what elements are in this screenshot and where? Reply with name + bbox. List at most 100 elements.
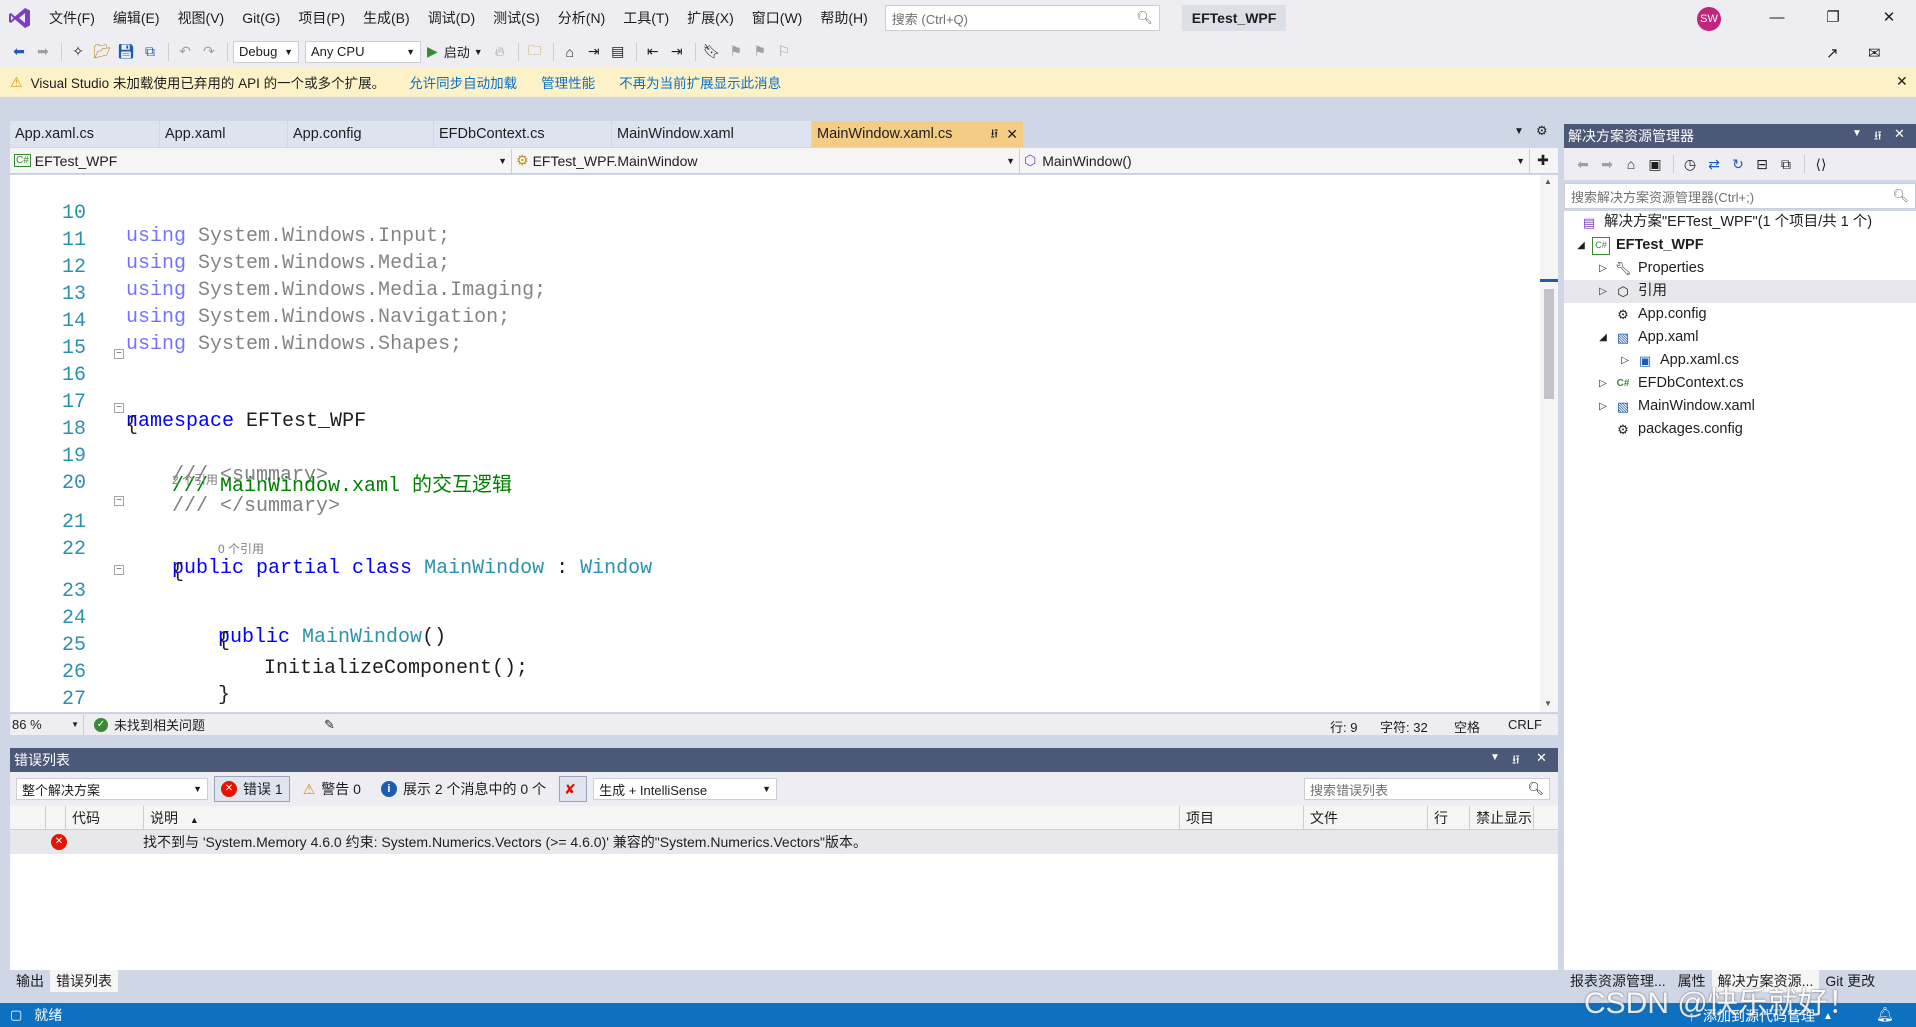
manage-performance-link[interactable]: 管理性能 bbox=[541, 72, 595, 92]
switch-views-icon[interactable]: ▣ bbox=[1644, 153, 1666, 175]
step-icon[interactable]: ⇥ bbox=[583, 41, 605, 63]
menu-build[interactable]: 生成(B) bbox=[354, 0, 419, 36]
type-dropdown[interactable]: ⚙ EFTest_WPF.MainWindow ▼ bbox=[512, 148, 1020, 173]
quick-search-input[interactable]: 搜索 (Ctrl+Q) 🔍︎ bbox=[884, 5, 1160, 31]
share-icon[interactable]: ↗ bbox=[1826, 44, 1839, 62]
collapse-icon[interactable]: − bbox=[114, 349, 124, 359]
whitespace-mode[interactable]: 空格 bbox=[1454, 717, 1480, 736]
menu-project[interactable]: 项目(P) bbox=[289, 0, 354, 36]
member-dropdown[interactable]: ⬡ MainWindow() ▼ bbox=[1020, 148, 1530, 173]
expanded-chevron-icon[interactable]: ◢ bbox=[1574, 234, 1588, 257]
column-project[interactable]: 项目 bbox=[1180, 806, 1304, 830]
save-icon[interactable]: 💾︎ bbox=[115, 41, 137, 63]
menu-tools[interactable]: 工具(T) bbox=[614, 0, 678, 36]
pin-icon[interactable]: ⭿ bbox=[1874, 127, 1882, 148]
tree-node-app-xaml-cs[interactable]: ▷ ▣ App.xaml.cs bbox=[1618, 349, 1739, 372]
open-file-icon[interactable]: 📂︎ bbox=[91, 41, 113, 63]
collapsed-chevron-icon[interactable]: ▷ bbox=[1618, 349, 1632, 372]
back-icon[interactable]: ⬅ bbox=[8, 41, 30, 63]
filter-current-document-button[interactable]: ✘ bbox=[559, 776, 588, 802]
scope-select[interactable]: 整个解决方案 ▼ bbox=[16, 778, 208, 800]
visual-studio-logo-icon[interactable] bbox=[0, 0, 40, 36]
menu-help[interactable]: 帮助(H) bbox=[811, 0, 876, 36]
expanded-chevron-icon[interactable]: ◢ bbox=[1596, 326, 1610, 349]
user-avatar[interactable]: SW bbox=[1697, 7, 1721, 31]
tab-efdbcontext-cs[interactable]: EFDbContext.cs bbox=[434, 121, 612, 147]
tree-node-solution[interactable]: ▤ 解决方案"EFTest_WPF"(1 个项目/共 1 个) bbox=[1580, 211, 1872, 234]
indent-icon[interactable]: ⇥ bbox=[666, 41, 688, 63]
column-suppression[interactable]: 禁止显示 bbox=[1470, 806, 1534, 830]
column-description[interactable]: 说明 ▲ bbox=[144, 806, 1180, 830]
error-row[interactable]: ✕ 找不到与 'System.Memory 4.6.0 约束: System.N… bbox=[10, 830, 1558, 854]
tab-app-xaml[interactable]: App.xaml bbox=[160, 121, 288, 147]
folder-icon[interactable]: 🗀 bbox=[524, 41, 546, 63]
collapse-icon[interactable]: − bbox=[114, 565, 124, 575]
tab-error-list[interactable]: 错误列表 bbox=[50, 970, 118, 992]
previous-bookmark-icon[interactable]: ⚑ bbox=[725, 41, 747, 63]
solution-configuration-select[interactable]: Debug ▼ bbox=[233, 40, 299, 63]
redo-icon[interactable]: ↷ bbox=[198, 41, 220, 63]
tree-node-efdbcontext[interactable]: ▷ C# EFDbContext.cs bbox=[1596, 372, 1743, 395]
menu-extensions[interactable]: 扩展(X) bbox=[678, 0, 743, 36]
close-icon[interactable]: ✕ bbox=[1536, 750, 1547, 766]
brush-icon[interactable]: ✎ bbox=[324, 717, 335, 733]
hot-reload-icon[interactable]: 🔥︎ bbox=[489, 41, 511, 63]
zoom-select[interactable]: 86 % ▼ bbox=[10, 714, 84, 735]
column-icon[interactable] bbox=[46, 806, 66, 830]
menu-window[interactable]: 窗口(W) bbox=[743, 0, 812, 36]
code-editor[interactable]: 10 using System.Windows.Input; 11 using … bbox=[10, 175, 1558, 712]
menu-file[interactable]: 文件(F) bbox=[40, 0, 104, 36]
collapsed-chevron-icon[interactable]: ▷ bbox=[1596, 395, 1610, 418]
tree-node-mainwindow-xaml[interactable]: ▷ ▧ MainWindow.xaml bbox=[1596, 395, 1755, 418]
close-icon[interactable]: ✕ bbox=[1896, 73, 1908, 90]
issues-status[interactable]: 未找到相关问题 bbox=[114, 715, 314, 734]
menu-analyze[interactable]: 分析(N) bbox=[549, 0, 614, 36]
pin-icon[interactable]: ⭿ bbox=[1512, 751, 1520, 772]
sync-icon[interactable]: ⇄ bbox=[1703, 153, 1725, 175]
close-icon[interactable]: ✕ bbox=[1894, 126, 1905, 142]
tab-app-config[interactable]: App.config bbox=[288, 121, 434, 147]
clear-bookmarks-icon[interactable]: ⚐ bbox=[773, 41, 795, 63]
dont-show-again-link[interactable]: 不再为当前扩展显示此消息 bbox=[619, 72, 781, 92]
column-code[interactable]: 代码 bbox=[66, 806, 144, 830]
close-tab-icon[interactable]: ✕ bbox=[1006, 121, 1018, 147]
collapsed-chevron-icon[interactable]: ▷ bbox=[1596, 257, 1610, 280]
next-bookmark-icon[interactable]: ⚑ bbox=[749, 41, 771, 63]
allow-sync-autoload-link[interactable]: 允许同步自动加载 bbox=[409, 72, 517, 92]
errors-filter-button[interactable]: ✕ 错误 1 bbox=[214, 776, 290, 802]
minimize-icon[interactable]: — bbox=[1754, 0, 1800, 36]
scroll-up-icon[interactable]: ▲ bbox=[1544, 177, 1552, 186]
messages-filter-button[interactable]: i 展示 2 个消息中的 0 个 bbox=[374, 776, 553, 802]
notifications-icon[interactable]: 🔔︎ bbox=[1876, 1006, 1894, 1023]
collapsed-chevron-icon[interactable]: ▷ bbox=[1596, 372, 1610, 395]
menu-debug[interactable]: 调试(D) bbox=[419, 0, 484, 36]
feedback-icon[interactable]: ✉ bbox=[1868, 44, 1881, 62]
start-debugging-button[interactable]: ▶ 启动 ▼ bbox=[427, 42, 483, 61]
collapse-icon[interactable]: − bbox=[114, 496, 124, 506]
menu-test[interactable]: 测试(S) bbox=[484, 0, 549, 36]
pending-changes-icon[interactable]: ◷ bbox=[1679, 153, 1701, 175]
editor-vertical-scrollbar[interactable]: ▲ ▼ bbox=[1540, 175, 1558, 712]
forward-icon[interactable]: ➡ bbox=[1596, 153, 1618, 175]
bookmark-icon[interactable]: 🔖︎ bbox=[701, 41, 723, 63]
undo-icon[interactable]: ↶ bbox=[174, 41, 196, 63]
line-ending[interactable]: CRLF bbox=[1508, 717, 1542, 732]
tab-output[interactable]: 输出 bbox=[10, 970, 50, 992]
gear-icon[interactable]: ⚙ bbox=[1536, 123, 1548, 139]
build-intellisense-select[interactable]: 生成 + IntelliSense ▼ bbox=[593, 778, 778, 800]
project-dropdown[interactable]: C# EFTest_WPF ▼ bbox=[10, 148, 512, 173]
code-view-icon[interactable]: ⟨⟩ bbox=[1810, 153, 1832, 175]
window-layout-icon[interactable]: ▤ bbox=[607, 41, 629, 63]
collapsed-chevron-icon[interactable]: ▷ bbox=[1596, 280, 1610, 303]
chevron-down-icon[interactable]: ▼ bbox=[1852, 128, 1862, 139]
tab-mainwindow-xaml[interactable]: MainWindow.xaml bbox=[612, 121, 812, 147]
tree-node-properties[interactable]: ▷ 🔧︎ Properties bbox=[1596, 257, 1704, 280]
restore-icon[interactable]: ❐ bbox=[1810, 0, 1856, 36]
tab-overflow-icon[interactable]: ▼ bbox=[1514, 126, 1524, 137]
show-all-files-icon[interactable]: ⧉ bbox=[1775, 153, 1797, 175]
home-icon[interactable]: ⌂ bbox=[1620, 153, 1642, 175]
tree-node-references[interactable]: ▷ ⬡ 引用 bbox=[1564, 280, 1916, 303]
tab-mainwindow-xaml-cs[interactable]: MainWindow.xaml.cs ⭿ ✕ bbox=[812, 121, 1024, 147]
menu-view[interactable]: 视图(V) bbox=[169, 0, 234, 36]
tree-node-packages-config[interactable]: ⚙ packages.config bbox=[1614, 418, 1743, 441]
